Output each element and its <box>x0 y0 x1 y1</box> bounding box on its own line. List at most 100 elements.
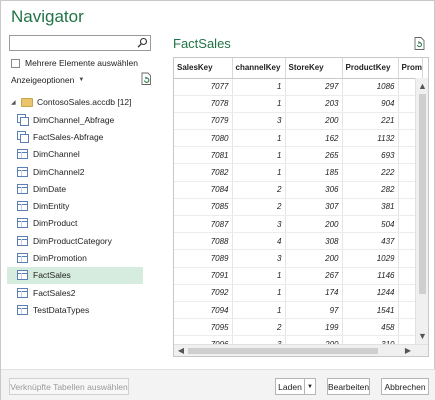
tree-item-label: FactSales-Abfrage <box>33 131 104 142</box>
table-row: 7080 1 162 1132 <box>174 129 423 148</box>
table-icon <box>17 287 28 298</box>
tree-item[interactable]: DimProductCategory <box>7 232 143 249</box>
table-icon <box>17 304 28 315</box>
preview-grid: SalesKey channelKey StoreKey ProductKey Prom… <box>173 57 429 357</box>
preview-table: SalesKey channelKey StoreKey ProductKey Prom… <box>174 58 423 356</box>
table-cell: 7091 <box>174 267 233 285</box>
table-cell: 904 <box>342 95 399 113</box>
tree-item[interactable]: DimChannel_Abfrage <box>7 111 143 128</box>
horizontal-scrollbar[interactable]: ◀ ▶ <box>174 344 428 356</box>
load-dropdown-button[interactable]: ▼ <box>305 378 316 395</box>
scroll-down-icon[interactable]: ▼ <box>416 330 428 342</box>
display-options-label: Anzeigeoptionen <box>11 75 75 85</box>
table-cell: 7085 <box>174 198 233 217</box>
table-cell: 1 <box>232 95 286 113</box>
table-row: 7091 1 267 1146 <box>174 267 423 285</box>
multi-select-label: Mehrere Elemente auswählen <box>25 58 138 68</box>
vertical-scrollbar[interactable]: ▲ ▼ <box>415 78 428 344</box>
table-cell: 222 <box>342 163 399 182</box>
scroll-right-icon[interactable]: ▶ <box>402 345 414 356</box>
footer-bar: Verknüpfte Tabellen auswählen Laden ▼ Be… <box>1 369 435 400</box>
column-header[interactable]: ProductKey <box>342 58 399 79</box>
scroll-left-icon[interactable]: ◀ <box>175 345 187 356</box>
preview-options-icon[interactable] <box>414 37 425 50</box>
table-cell: 7077 <box>174 78 233 96</box>
refresh-icon[interactable] <box>140 72 152 86</box>
search-icon[interactable] <box>136 37 149 49</box>
tree-item[interactable]: DimDate <box>7 180 143 197</box>
table-cell: 1 <box>232 267 286 285</box>
tree-item[interactable]: DimEntity <box>7 198 143 215</box>
edit-button[interactable]: Bearbeiten <box>327 378 370 395</box>
navigator-window: Navigator Mehrere Elemente auswählen Anz… <box>0 0 435 400</box>
tree-item[interactable]: FactSales-Abfrage <box>7 128 143 145</box>
tree-item-label: DimChannel2 <box>33 166 85 177</box>
column-header[interactable]: Prom <box>398 58 423 79</box>
select-linked-tables-button[interactable]: Verknüpfte Tabellen auswählen <box>9 378 129 395</box>
table-cell: 3 <box>232 215 286 234</box>
column-header[interactable]: StoreKey <box>285 58 343 79</box>
table-cell: 200 <box>285 215 343 234</box>
table-row: 7082 1 185 222 <box>174 163 423 182</box>
table-cell: 381 <box>342 198 399 217</box>
table-cell: 1 <box>232 301 286 320</box>
column-header[interactable]: channelKey <box>232 58 286 79</box>
tree-root-node[interactable]: ◢ ContosoSales.accdb [12] <box>11 95 153 109</box>
table-icon <box>17 166 28 177</box>
table-cell: 3 <box>232 249 286 268</box>
table-cell: 200 <box>285 112 343 131</box>
cancel-button[interactable]: Abbrechen <box>381 378 429 395</box>
table-cell: 1 <box>232 129 286 148</box>
multi-select-checkbox[interactable] <box>11 58 20 68</box>
chevron-down-icon: ▼ <box>307 383 313 390</box>
table-cell: 3 <box>232 112 286 131</box>
table-row: 7087 3 200 504 <box>174 215 423 234</box>
tree-item-label: DimChannel <box>33 149 80 160</box>
multi-select-row[interactable]: Mehrere Elemente auswählen <box>11 57 138 69</box>
tree-item[interactable]: DimChannel <box>7 146 143 163</box>
table-icon <box>17 270 28 281</box>
table-row: 7077 1 297 1086 <box>174 78 423 96</box>
horizontal-scroll-thumb[interactable] <box>188 348 378 354</box>
tree-item[interactable]: TestDataTypes <box>7 301 143 318</box>
table-cell: 308 <box>285 232 343 251</box>
table-row: 7078 1 203 904 <box>174 95 423 113</box>
table-cell: 7080 <box>174 129 233 148</box>
tree-item[interactable]: FactSales <box>7 266 143 284</box>
vertical-scroll-thumb[interactable] <box>419 94 426 294</box>
table-cell: 437 <box>342 232 399 251</box>
tree-item-label: DimProductCategory <box>33 235 112 246</box>
table-row: 7085 2 307 381 <box>174 198 423 217</box>
tree-item[interactable]: DimProduct <box>7 215 143 232</box>
tree-item[interactable]: FactSales2 <box>7 284 143 301</box>
table-cell: 221 <box>342 112 399 131</box>
table-cell: 458 <box>342 318 399 337</box>
table-row: 7084 2 306 282 <box>174 181 423 199</box>
table-cell: 4 <box>232 232 286 251</box>
table-cell: 7094 <box>174 301 233 320</box>
preview-title: FactSales <box>173 36 231 51</box>
tree-item-label: FactSales2 <box>33 287 76 298</box>
table-cell: 1 <box>232 146 286 165</box>
table-cell: 7084 <box>174 181 233 199</box>
table-cell: 1132 <box>342 129 399 148</box>
column-header[interactable]: SalesKey <box>174 58 233 79</box>
search-input[interactable] <box>9 35 151 51</box>
table-cell: 2 <box>232 198 286 217</box>
table-cell: 1086 <box>342 78 399 96</box>
collapse-triangle-icon[interactable]: ◢ <box>11 99 17 106</box>
tree-item[interactable]: DimPromotion <box>7 249 143 266</box>
table-cell: 7092 <box>174 284 233 302</box>
table-row: 7088 4 308 437 <box>174 232 423 251</box>
table-cell: 693 <box>342 146 399 165</box>
load-button[interactable]: Laden <box>275 378 305 395</box>
tree-item[interactable]: DimChannel2 <box>7 163 143 180</box>
table-row: 7081 1 265 693 <box>174 146 423 165</box>
table-cell: 307 <box>285 198 343 217</box>
scroll-up-icon[interactable]: ▲ <box>416 80 428 92</box>
table-cell: 1541 <box>342 301 399 320</box>
display-options-dropdown[interactable]: Anzeigeoptionen ▼ <box>11 74 84 86</box>
table-cell: 174 <box>285 284 343 302</box>
table-cell: 7082 <box>174 163 233 182</box>
chevron-down-icon: ▼ <box>78 77 85 83</box>
